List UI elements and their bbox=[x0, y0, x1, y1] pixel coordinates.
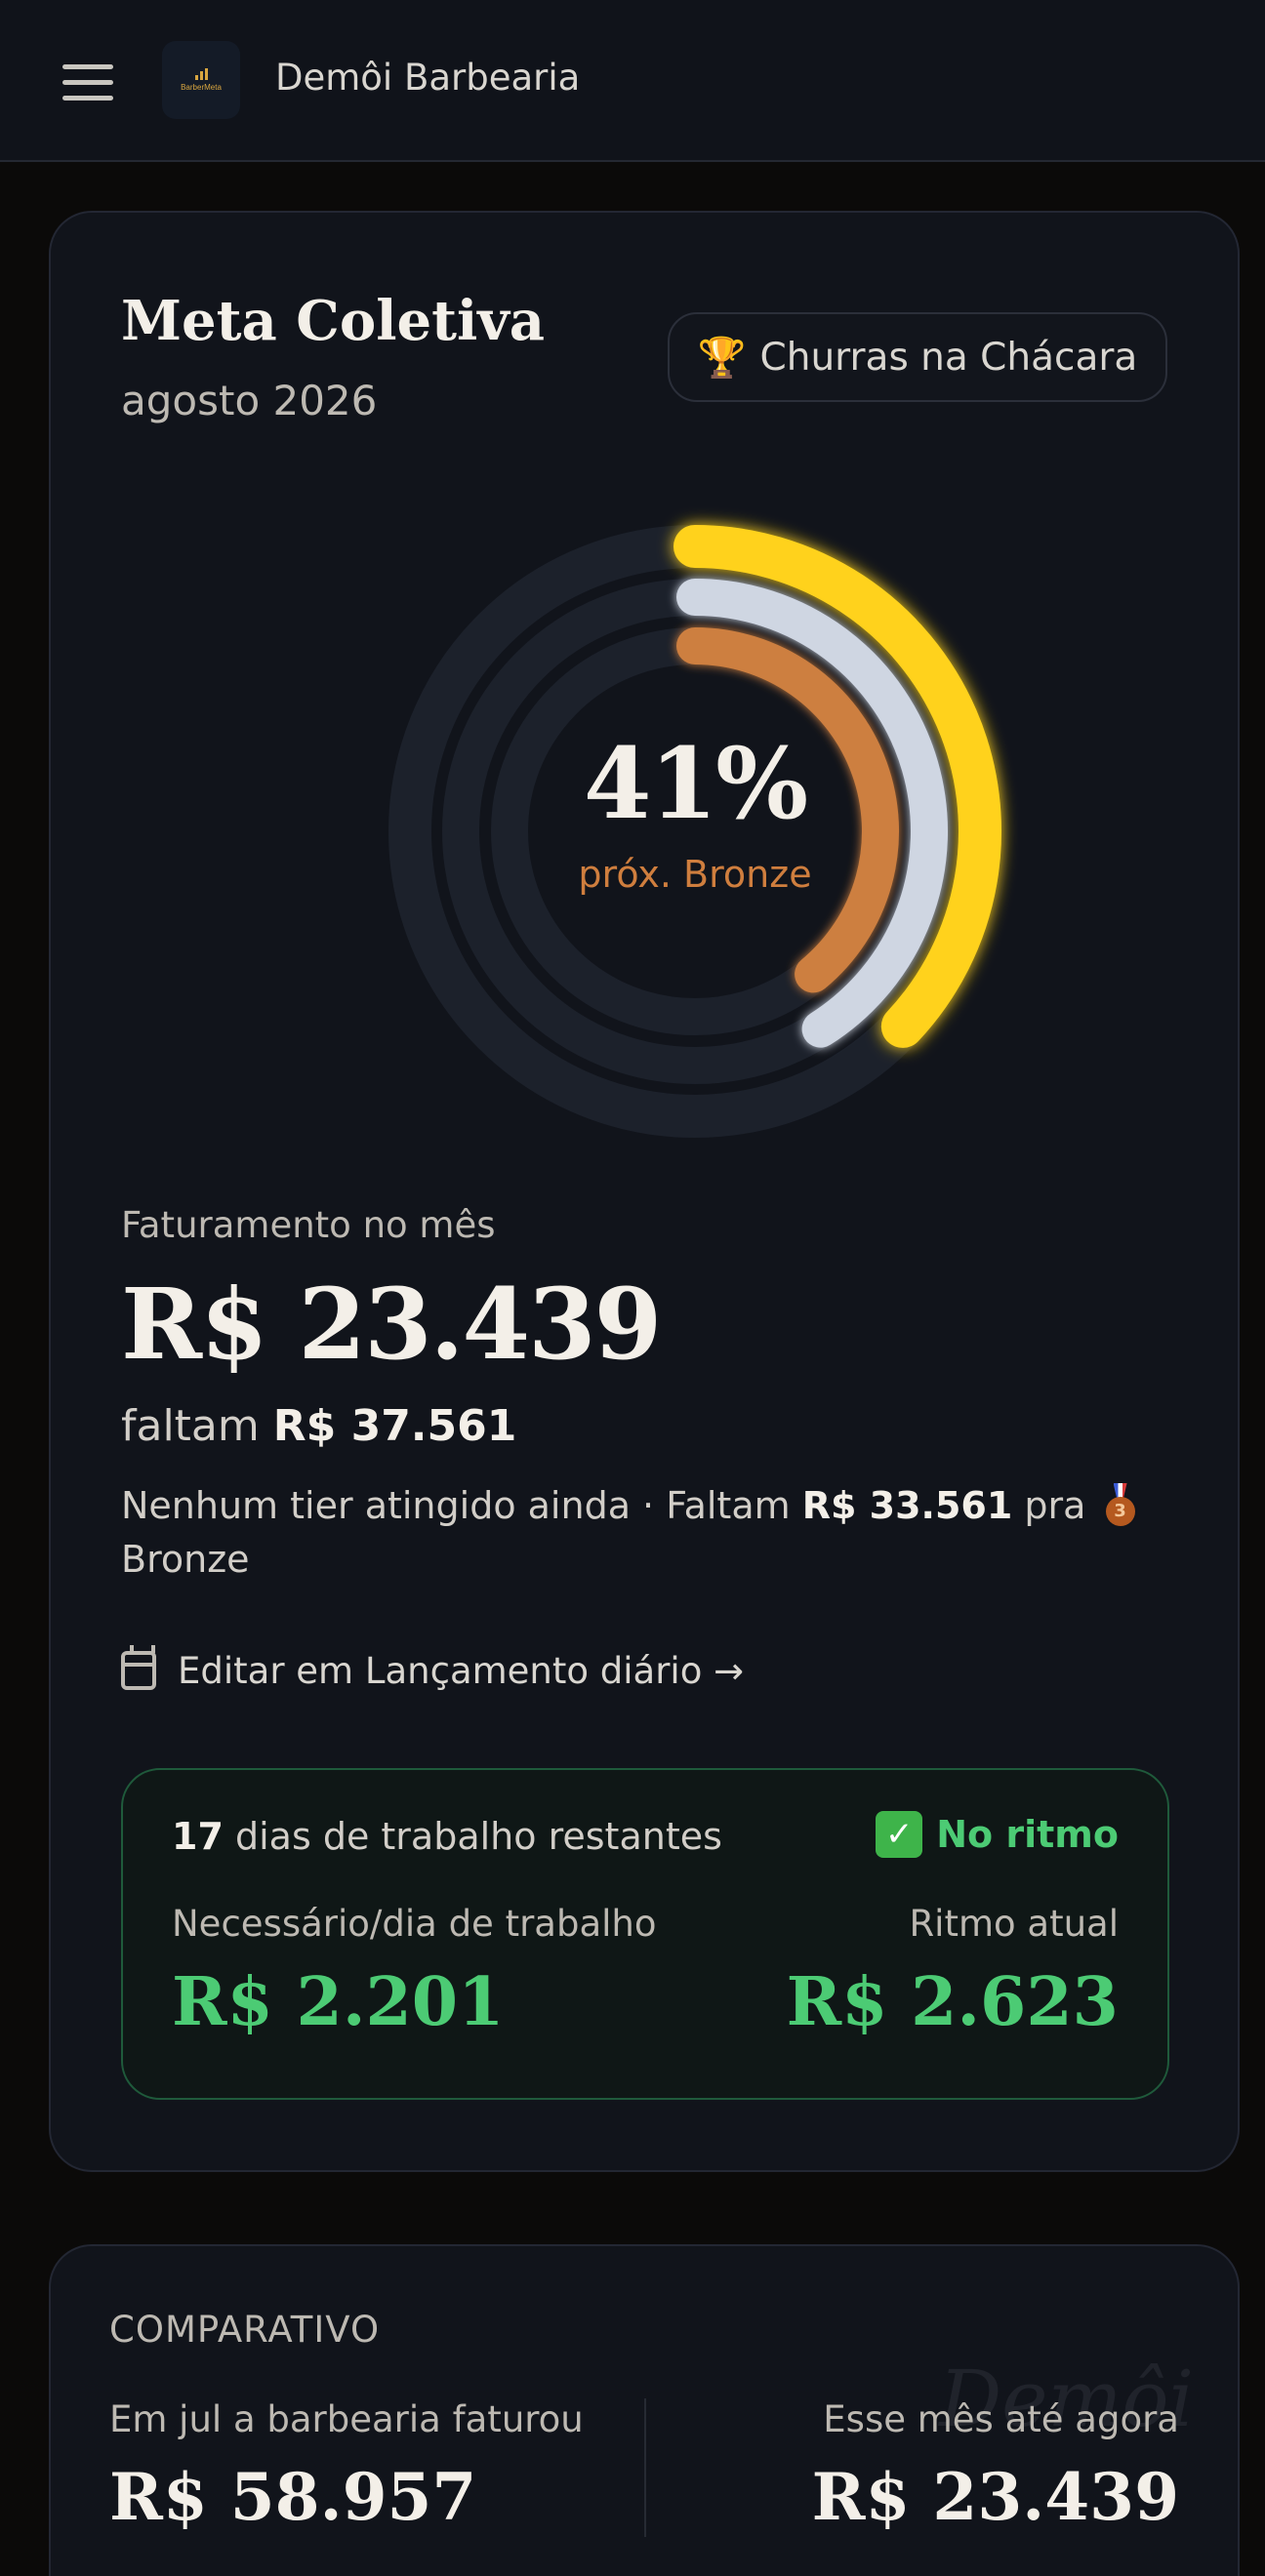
working-days-left: 17 dias de trabalho restantes bbox=[172, 1815, 722, 1858]
bronze-medal-icon: 3 bbox=[1104, 1483, 1137, 1526]
current-pace-value: R$ 2.623 bbox=[786, 1963, 1119, 2041]
days-number: 17 bbox=[172, 1815, 224, 1858]
goal-month: agosto 2026 bbox=[121, 377, 378, 424]
logo-bars-icon bbox=[194, 68, 208, 80]
pace-status-text: No ritmo bbox=[936, 1813, 1119, 1856]
revenue-value: R$ 23.439 bbox=[121, 1267, 662, 1382]
ring-center-label: 41% próx. Bronze bbox=[344, 480, 1046, 1183]
revenue-label: Faturamento no mês bbox=[121, 1204, 496, 1246]
app-title: Demôi Barbearia bbox=[275, 57, 581, 99]
check-mark-icon: ✓ bbox=[876, 1811, 923, 1858]
last-month-value: R$ 58.957 bbox=[109, 2459, 477, 2535]
tier-note-suffix: Bronze bbox=[121, 1538, 250, 1581]
tier-note-value: R$ 33.561 bbox=[801, 1484, 1013, 1527]
tier-status-note: Nenhum tier atingido ainda · Faltam R$ 3… bbox=[121, 1479, 1156, 1587]
hamburger-menu-icon[interactable] bbox=[62, 64, 113, 101]
logo-text: BarberMeta bbox=[181, 83, 222, 92]
reward-chip[interactable]: 🏆 Churras na Chácara bbox=[668, 312, 1167, 402]
needed-per-day-value: R$ 2.201 bbox=[172, 1963, 505, 2041]
comparison-card: COMPARATIVO Demôi Em jul a barbearia fat… bbox=[49, 2244, 1240, 2576]
edit-link-label: Editar em Lançamento diário → bbox=[178, 1649, 745, 1692]
tier-note-mid: pra bbox=[1024, 1484, 1086, 1527]
card-title: Meta Coletiva bbox=[121, 289, 546, 353]
next-tier-label: próx. Bronze bbox=[578, 853, 812, 896]
remaining-value: R$ 37.561 bbox=[272, 1401, 517, 1451]
current-pace-label: Ritmo atual bbox=[909, 1903, 1119, 1945]
calendar-icon bbox=[121, 1645, 156, 1690]
pace-panel: 17 dias de trabalho restantes ✓ No ritmo… bbox=[121, 1768, 1169, 2100]
this-month-value: R$ 23.439 bbox=[811, 2459, 1179, 2535]
progress-percent: 41% bbox=[583, 726, 808, 841]
collective-goal-card: Meta Coletiva agosto 2026 🏆 Churras na C… bbox=[49, 211, 1240, 2172]
days-text: dias de trabalho restantes bbox=[234, 1815, 722, 1858]
pace-status: ✓ No ritmo bbox=[876, 1811, 1119, 1858]
remaining-prefix: faltam bbox=[121, 1401, 260, 1451]
progress-rings: 41% próx. Bronze bbox=[344, 480, 1046, 1183]
comparison-title: COMPARATIVO bbox=[109, 2309, 381, 2351]
app-logo[interactable]: BarberMeta bbox=[162, 41, 240, 119]
last-month-label: Em jul a barbearia faturou bbox=[109, 2398, 584, 2440]
needed-per-day-label: Necessário/dia de trabalho bbox=[172, 1903, 657, 1945]
trophy-icon: 🏆 bbox=[697, 335, 747, 381]
tier-note-prefix: Nenhum tier atingido ainda · Faltam bbox=[121, 1484, 791, 1527]
reward-label: Churras na Chácara bbox=[759, 335, 1138, 380]
top-app-bar: BarberMeta Demôi Barbearia bbox=[0, 0, 1265, 162]
this-month-label: Esse mês até agora bbox=[823, 2398, 1179, 2440]
comparison-divider bbox=[644, 2398, 646, 2537]
edit-daily-entry-link[interactable]: Editar em Lançamento diário → bbox=[121, 1643, 744, 1698]
remaining-amount: faltam R$ 37.561 bbox=[121, 1401, 516, 1451]
